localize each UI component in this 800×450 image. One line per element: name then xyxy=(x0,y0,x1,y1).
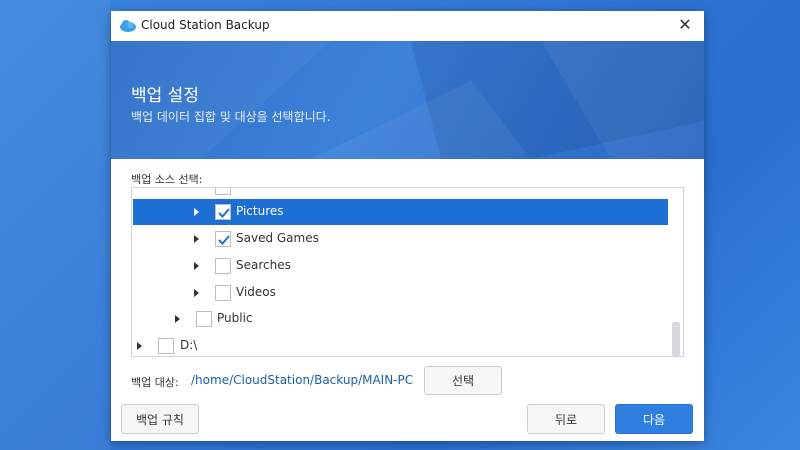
checkbox[interactable] xyxy=(215,188,231,195)
checkbox-public[interactable] xyxy=(196,311,212,327)
tree-label: Searches xyxy=(236,258,291,272)
tree-row-searches[interactable]: Searches xyxy=(133,253,668,279)
banner-decoration xyxy=(111,41,704,159)
source-tree[interactable]: Pictures Saved Games Searches Videos Pub… xyxy=(131,187,684,357)
expand-icon[interactable] xyxy=(137,342,142,350)
tree-label: Pictures xyxy=(236,204,284,218)
backup-wizard-dialog: Cloud Station Backup ✕ 백업 설정 백업 데이터 집합 및… xyxy=(111,11,704,441)
destination-path: /home/CloudStation/Backup/MAIN-PC xyxy=(191,373,414,387)
backup-rules-button[interactable]: 백업 규칙 xyxy=(121,404,199,434)
expand-icon[interactable] xyxy=(194,262,199,270)
next-button[interactable]: 다음 xyxy=(615,404,693,434)
source-label: 백업 소스 선택: xyxy=(131,173,203,186)
desktop-background xyxy=(0,0,110,450)
checkbox-saved-games[interactable] xyxy=(215,231,231,247)
checkbox-d-drive[interactable] xyxy=(158,338,174,354)
checkbox-videos[interactable] xyxy=(215,285,231,301)
close-button[interactable]: ✕ xyxy=(676,16,694,34)
tree-row-videos[interactable]: Videos xyxy=(133,280,668,306)
tree-scrollbar[interactable] xyxy=(672,322,680,356)
tree-label: Saved Games xyxy=(236,231,319,245)
tree-label: Videos xyxy=(236,285,276,299)
tree-row-pictures[interactable]: Pictures xyxy=(133,199,668,225)
page-title: 백업 설정 xyxy=(131,86,199,106)
tree-row-saved-games[interactable]: Saved Games xyxy=(133,226,668,252)
destination-label: 백업 대상: xyxy=(131,376,179,389)
tree-row-public[interactable]: Public xyxy=(133,306,668,332)
checkbox-searches[interactable] xyxy=(215,258,231,274)
back-button[interactable]: 뒤로 xyxy=(527,404,605,434)
tree-label: Public xyxy=(217,311,253,325)
page-subtitle: 백업 데이터 집합 및 대상을 선택합니다. xyxy=(131,110,331,124)
tree-row-d-drive[interactable]: D:\ xyxy=(133,333,668,356)
tree-label: D:\ xyxy=(180,338,198,352)
select-destination-button[interactable]: 선택 xyxy=(424,366,502,395)
expand-icon[interactable] xyxy=(194,289,199,297)
title-bar: Cloud Station Backup ✕ xyxy=(111,11,704,41)
window-title: Cloud Station Backup xyxy=(141,18,270,32)
expand-icon[interactable] xyxy=(175,315,180,323)
header-banner: 백업 설정 백업 데이터 집합 및 대상을 선택합니다. xyxy=(111,41,704,159)
cloud-icon xyxy=(119,18,137,32)
checkbox-pictures[interactable] xyxy=(215,204,231,220)
expand-icon[interactable] xyxy=(194,208,199,216)
expand-icon[interactable] xyxy=(194,235,199,243)
